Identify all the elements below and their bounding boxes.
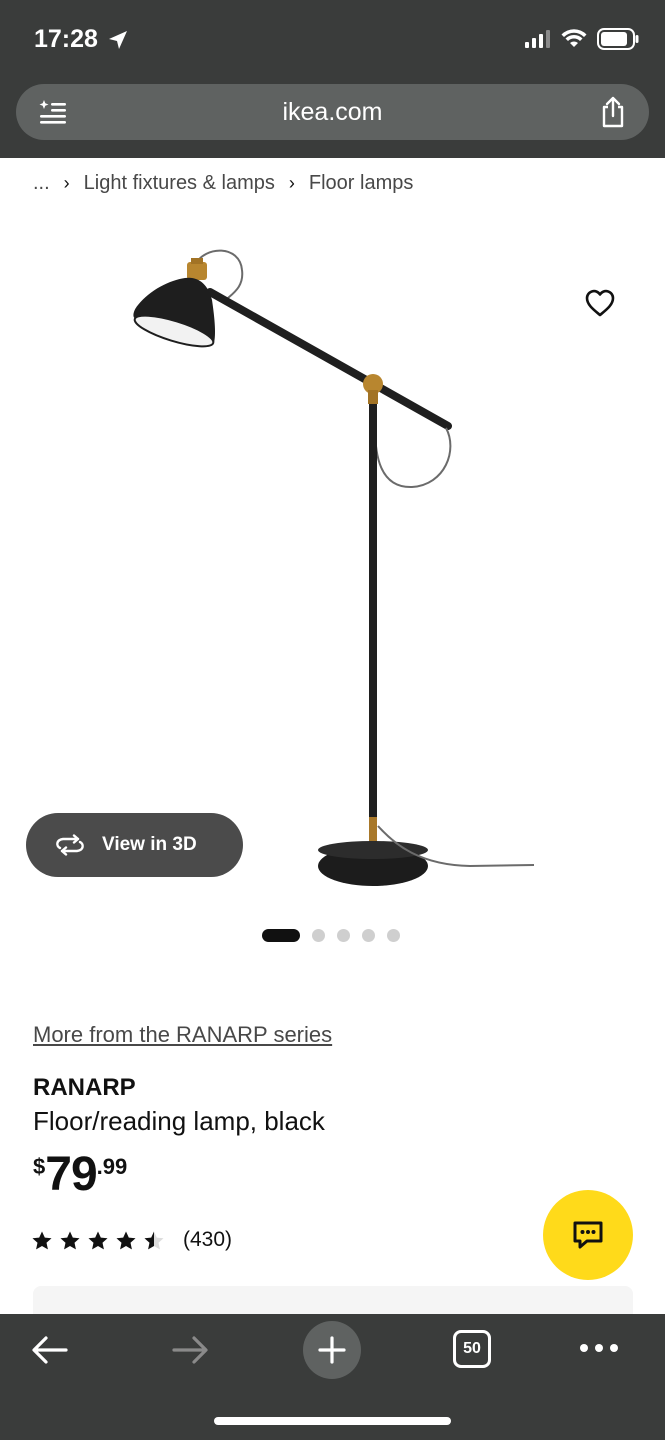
new-tab-button[interactable] (303, 1321, 361, 1379)
gallery-dot[interactable] (362, 929, 375, 942)
price-integer: 79 (45, 1148, 97, 1201)
more-options-icon[interactable] (580, 1344, 618, 1352)
dot (580, 1344, 588, 1352)
gallery-dot[interactable] (262, 929, 300, 942)
product-price: $ 79 .99 (33, 1148, 127, 1202)
chat-button[interactable] (543, 1190, 633, 1280)
dot (595, 1344, 603, 1352)
breadcrumb-item-floor-lamps[interactable]: Floor lamps (309, 172, 413, 195)
home-indicator (214, 1417, 451, 1425)
url-text: ikea.com (282, 98, 383, 126)
star-icon (88, 1231, 108, 1249)
product-description: Floor/reading lamp, black (33, 1106, 325, 1136)
breadcrumb-ellipsis[interactable]: ... (33, 172, 50, 195)
page: 17:28 ikea.com ... › Light fixtures & la… (0, 0, 665, 1440)
view-in-3d-button[interactable]: View in 3D (26, 813, 243, 877)
tabs-button[interactable]: 50 (453, 1330, 491, 1368)
product-name: RANARP (33, 1074, 136, 1101)
browser-top-bar: 17:28 ikea.com (0, 0, 665, 158)
chevron-right-icon: › (63, 173, 70, 193)
battery-icon (597, 28, 639, 50)
dot (610, 1344, 618, 1352)
status-indicators (525, 28, 639, 50)
star-icon (116, 1231, 136, 1249)
status-time: 17:28 (34, 25, 98, 53)
product-rating[interactable]: (430) (31, 1228, 232, 1252)
chevron-right-icon: › (288, 173, 295, 193)
favorite-heart-icon[interactable] (584, 288, 616, 318)
wifi-icon (561, 29, 587, 47)
back-arrow-icon[interactable] (30, 1334, 70, 1366)
price-decimal: .99 (96, 1154, 128, 1179)
location-arrow-icon (109, 31, 127, 49)
forward-arrow-icon[interactable] (170, 1334, 210, 1366)
address-bar[interactable]: ikea.com (16, 84, 649, 140)
share-icon[interactable] (599, 96, 627, 128)
plus-icon (318, 1336, 346, 1364)
gallery-pagination (262, 929, 400, 942)
star-icon (32, 1231, 52, 1249)
breadcrumb: ... › Light fixtures & lamps › Floor lam… (33, 172, 413, 195)
review-count: (430) (183, 1228, 233, 1251)
gallery-dot[interactable] (387, 929, 400, 942)
star-icon (60, 1231, 80, 1249)
rating-stars (31, 1230, 165, 1251)
price-currency: $ (33, 1154, 46, 1179)
product-image[interactable] (0, 230, 665, 910)
breadcrumb-item-light-fixtures[interactable]: Light fixtures & lamps (84, 172, 275, 195)
series-link[interactable]: More from the RANARP series (33, 1022, 332, 1048)
signal-icon (525, 30, 550, 48)
gallery-dot[interactable] (337, 929, 350, 942)
view-in-3d-label: View in 3D (102, 834, 197, 855)
chat-icon (573, 1221, 603, 1249)
rotate-3d-icon (56, 834, 84, 856)
gallery-dot[interactable] (312, 929, 325, 942)
star-icon (144, 1231, 164, 1249)
